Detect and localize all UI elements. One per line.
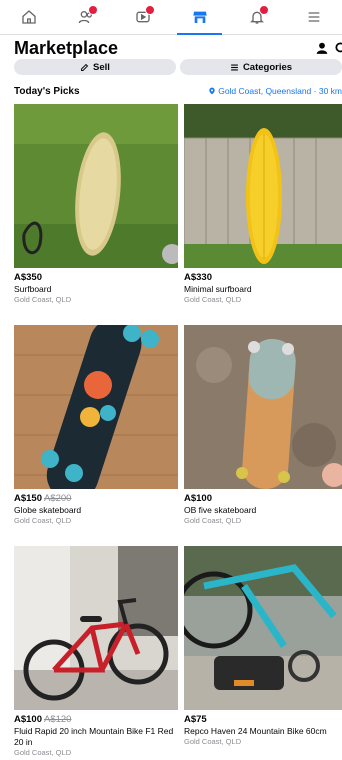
listing-price: A$100 bbox=[184, 493, 212, 504]
listing-location: Gold Coast, QLD bbox=[184, 737, 242, 746]
listing-grid: A$350 Surfboard Gold Coast, QLD A$330 Mi… bbox=[0, 0, 342, 760]
listing-card[interactable]: A$330 Minimal surfboard Gold Coast, QLD bbox=[184, 104, 342, 305]
listing-location: Gold Coast, QLD bbox=[184, 516, 242, 525]
listing-title: Globe skateboard bbox=[14, 505, 82, 515]
listing-price: A$350 bbox=[14, 272, 42, 283]
listing-photo-repco-haven-bike bbox=[184, 546, 342, 710]
listing-price: A$100 A$120 bbox=[14, 714, 72, 725]
listing-location: Gold Coast, QLD bbox=[14, 295, 72, 304]
listing-photo-fluid-rapid-bike bbox=[14, 546, 178, 710]
listing-card[interactable]: A$150 A$200 Globe skateboard Gold Coast, … bbox=[14, 325, 178, 526]
listing-price: A$330 bbox=[184, 272, 212, 283]
listing-location: Gold Coast, QLD bbox=[14, 748, 72, 757]
listing-card[interactable]: A$100 OB five skateboard Gold Coast, QLD bbox=[184, 325, 342, 526]
listing-location: Gold Coast, QLD bbox=[14, 516, 72, 525]
listing-card[interactable]: A$75 Repco Haven 24 Mountain Bike 60cm G… bbox=[184, 546, 342, 747]
listing-title: Minimal surfboard bbox=[184, 284, 252, 294]
listing-photo-surfboard bbox=[14, 104, 178, 268]
listing-photo-globe-skateboard bbox=[14, 325, 178, 489]
listing-title: Repco Haven 24 Mountain Bike 60cm bbox=[184, 726, 327, 736]
listing-photo-minimal-surfboard bbox=[184, 104, 342, 268]
listing-title: Surfboard bbox=[14, 284, 52, 294]
listing-price: A$75 bbox=[184, 714, 207, 725]
listing-location: Gold Coast, QLD bbox=[184, 295, 242, 304]
listing-card[interactable]: A$350 Surfboard Gold Coast, QLD bbox=[14, 104, 178, 305]
listing-card[interactable]: A$100 A$120 Fluid Rapid 20 inch Mountain … bbox=[14, 546, 178, 758]
listing-old-price: A$120 bbox=[44, 714, 72, 725]
listing-old-price: A$200 bbox=[44, 493, 72, 504]
listing-price: A$150 A$200 bbox=[14, 493, 72, 504]
listing-photo-ob-five-skateboard bbox=[184, 325, 342, 489]
listing-title: Fluid Rapid 20 inch Mountain Bike F1 Red… bbox=[14, 726, 174, 747]
listing-title: OB five skateboard bbox=[184, 505, 257, 515]
